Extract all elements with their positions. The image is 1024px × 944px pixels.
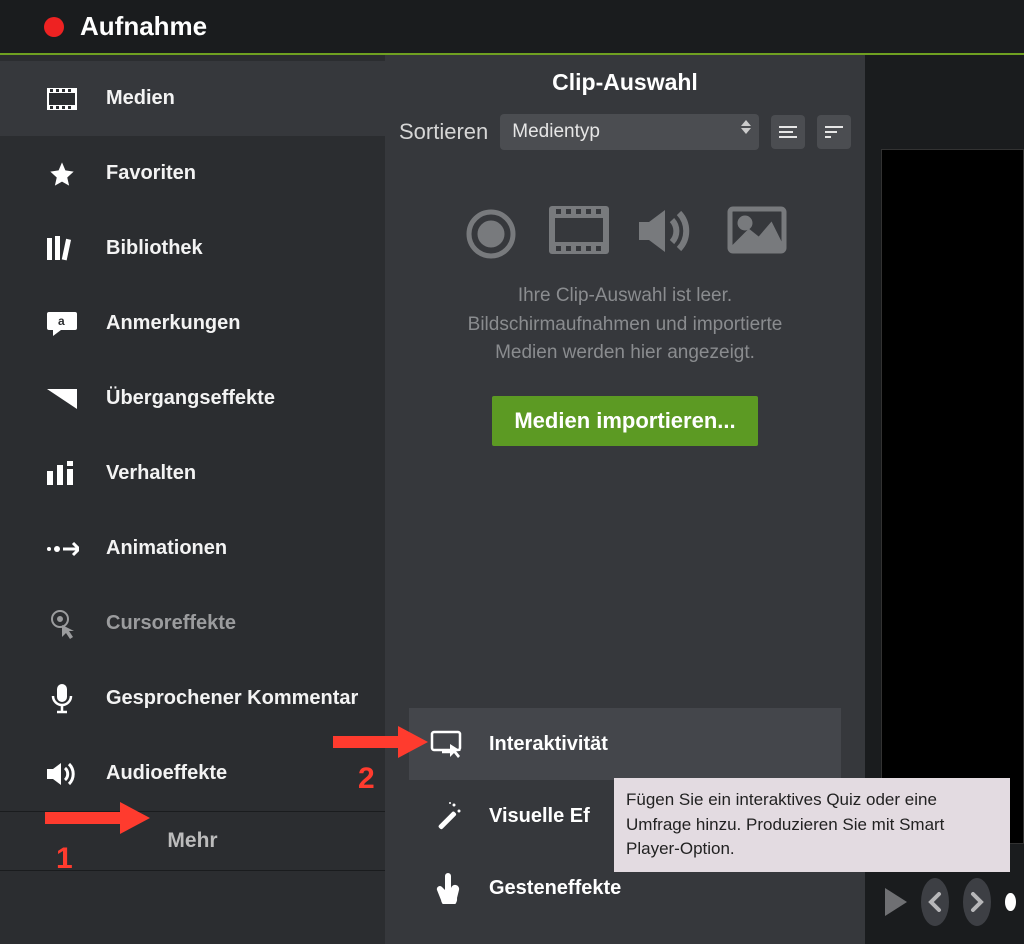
popup-item-label: Interaktivität (489, 733, 608, 756)
sidebar-item-media[interactable]: Medien (0, 61, 385, 136)
sidebar-item-label: Favoriten (106, 162, 196, 185)
image-icon (727, 206, 787, 254)
more-label: Mehr (167, 829, 217, 853)
filmstrip-icon (549, 206, 609, 254)
indicator-dot (1005, 893, 1016, 911)
placeholder-icons (395, 206, 855, 262)
audio-icon (639, 206, 697, 256)
sidebar-item-behaviors[interactable]: Verhalten (0, 436, 385, 511)
placeholder-text: Ihre Clip-Auswahl ist leer. Bildschirmau… (395, 282, 855, 368)
sidebar-item-cursor-effects[interactable]: Cursoreffekte (0, 586, 385, 661)
gesture-icon (423, 872, 471, 904)
stepper-icon (741, 120, 751, 134)
sort-row: Sortieren Medientyp (395, 114, 855, 166)
sidebar-item-library[interactable]: Bibliothek (0, 211, 385, 286)
microphone-icon (42, 684, 82, 714)
topbar-title[interactable]: Aufnahme (80, 11, 207, 42)
view-sort-button[interactable] (817, 115, 851, 149)
sort-label: Sortieren (399, 119, 488, 145)
behavior-icon (42, 461, 82, 487)
svg-text:a: a (58, 314, 65, 328)
arrow-1-icon (40, 798, 150, 838)
sidebar-item-label: Medien (106, 87, 175, 110)
sort-dropdown[interactable]: Medientyp (500, 114, 759, 150)
popup-item-interactivity[interactable]: Interaktivität (409, 708, 841, 780)
preview-canvas (881, 149, 1024, 844)
sidebar-item-transitions[interactable]: Übergangseffekte (0, 361, 385, 436)
import-media-button[interactable]: Medien importieren... (492, 396, 757, 446)
next-button[interactable] (963, 878, 991, 926)
sidebar-item-label: Anmerkungen (106, 312, 240, 335)
wand-icon (423, 801, 471, 831)
animation-icon (42, 541, 82, 557)
sidebar-item-label: Audioeffekte (106, 762, 227, 785)
playback-controls (885, 878, 1016, 926)
sort-value: Medientyp (512, 121, 600, 143)
sidebar-item-annotations[interactable]: a Anmerkungen (0, 286, 385, 361)
speaker-icon (42, 761, 82, 787)
sidebar-item-label: Animationen (106, 537, 227, 560)
sidebar-item-label: Gesprochener Kommentar (106, 687, 358, 710)
popup-item-label: Visuelle Ef (489, 805, 590, 828)
film-icon (42, 88, 82, 110)
star-icon (42, 160, 82, 188)
view-list-button[interactable] (771, 115, 805, 149)
interactivity-tooltip: Fügen Sie ein interaktives Quiz oder ein… (614, 778, 1010, 872)
sidebar-item-label: Cursoreffekte (106, 612, 236, 635)
cursor-icon (42, 609, 82, 639)
transition-icon (42, 389, 82, 409)
annotation-icon: a (42, 312, 82, 336)
arrow-2-icon (328, 722, 428, 762)
callout-number-2: 2 (358, 762, 375, 796)
sidebar-item-animations[interactable]: Animationen (0, 511, 385, 586)
sidebar-item-label: Übergangseffekte (106, 387, 275, 410)
sidebar-item-favorites[interactable]: Favoriten (0, 136, 385, 211)
center-title: Clip-Auswahl (395, 69, 855, 96)
popup-item-label: Gesteneffekte (489, 877, 621, 900)
prev-button[interactable] (921, 878, 949, 926)
play-button[interactable] (885, 888, 907, 916)
record-circle-icon (463, 206, 519, 262)
record-indicator-icon (44, 17, 64, 37)
sidebar-item-label: Verhalten (106, 462, 196, 485)
library-icon (42, 236, 82, 262)
callout-number-1: 1 (56, 842, 73, 876)
sidebar-item-label: Bibliothek (106, 237, 203, 260)
topbar: Aufnahme (0, 0, 1024, 55)
interactivity-icon (423, 730, 471, 758)
